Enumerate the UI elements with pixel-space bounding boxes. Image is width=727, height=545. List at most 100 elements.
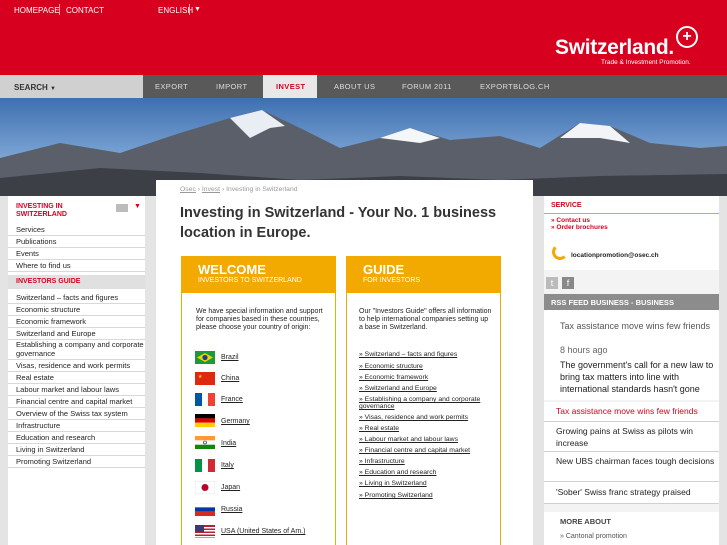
- sidebar-item[interactable]: Economic structure: [8, 304, 145, 316]
- guide-link[interactable]: » Economic structure: [359, 363, 423, 370]
- cantonal-promotion-link[interactable]: » Cantonal promotion: [560, 533, 627, 540]
- guide-link[interactable]: » Visas, residence and work permits: [359, 414, 468, 421]
- guide-subtitle: FOR INVESTORS: [363, 277, 421, 284]
- sidebar-item[interactable]: Establishing a company and corporate gov…: [8, 340, 145, 360]
- sidebar-item[interactable]: Overview of the Swiss tax system: [8, 408, 145, 420]
- breadcrumb-invest[interactable]: Invest: [202, 186, 220, 193]
- more-about-heading: MORE ABOUT: [560, 517, 611, 526]
- guide-link[interactable]: » Living in Switzerland: [359, 480, 427, 487]
- divider: [189, 4, 190, 15]
- sidebar-item[interactable]: Labour market and labour laws: [8, 384, 145, 396]
- france-flag-icon: [195, 393, 215, 406]
- country-usa[interactable]: USA (United States of Am.): [221, 528, 305, 535]
- breadcrumb-osec[interactable]: Osec: [180, 186, 196, 193]
- rss-item-active[interactable]: Tax assistance move wins few friends: [544, 402, 719, 422]
- breadcrumb-current: Investing in Switzerland: [226, 186, 298, 193]
- facebook-icon[interactable]: f: [562, 277, 574, 289]
- sidebar-item[interactable]: Visas, residence and work permits: [8, 360, 145, 372]
- chevron-down-icon[interactable]: ▼: [134, 203, 141, 210]
- divider: [59, 4, 60, 15]
- usa-flag-icon: [195, 525, 215, 538]
- breadcrumb: Osec › Invest › Investing in Switzerland: [180, 186, 298, 193]
- sidebar-item[interactable]: Economic framework: [8, 316, 145, 328]
- guide-link[interactable]: » Establishing a company and corporate g…: [359, 396, 494, 410]
- nav-invest[interactable]: INVEST: [276, 82, 306, 91]
- guide-link[interactable]: » Financial centre and capital market: [359, 447, 470, 454]
- rss-featured: Tax assistance move wins few friends 8 h…: [544, 310, 719, 400]
- country-france[interactable]: France: [221, 396, 243, 403]
- twitter-icon[interactable]: t: [546, 277, 558, 289]
- india-flag-icon: [195, 436, 215, 449]
- guide-title: GUIDE: [363, 262, 405, 277]
- brand-tagline: Trade & Investment Promotion.: [601, 59, 691, 66]
- rss-featured-text: The government's call for a new law to b…: [560, 360, 714, 394]
- sidebar-item[interactable]: Real estate: [8, 372, 145, 384]
- nav-about-us[interactable]: ABOUT US: [334, 82, 375, 91]
- italy-flag-icon: [195, 459, 215, 472]
- guide-heading: INVESTORS GUIDE: [16, 278, 81, 285]
- svg-text:★: ★: [198, 374, 203, 380]
- rss-featured-title[interactable]: Tax assistance move wins few friends: [560, 320, 712, 332]
- page-title: Investing in Switzerland - Your No. 1 bu…: [180, 205, 497, 241]
- sidebar-item-publications[interactable]: Publications: [8, 236, 145, 248]
- map-icon[interactable]: [116, 204, 128, 212]
- rss-featured-time: 8 hours ago: [560, 345, 608, 355]
- sidebar-item[interactable]: Switzerland and Europe: [8, 328, 145, 340]
- sidebar-item-events[interactable]: Events: [8, 248, 145, 260]
- russia-flag-icon: [195, 503, 215, 516]
- chevron-down-icon: ▼: [50, 86, 56, 92]
- nav-exportblog[interactable]: EXPORTBLOG.CH: [480, 82, 550, 91]
- rss-item[interactable]: New UBS chairman faces tough decisions: [544, 452, 719, 482]
- guide-link[interactable]: » Labour market and labour laws: [359, 436, 458, 443]
- sidebar-item[interactable]: Switzerland – facts and figures: [8, 292, 145, 304]
- country-italy[interactable]: Italy: [221, 462, 234, 469]
- guide-link[interactable]: » Switzerland and Europe: [359, 385, 437, 392]
- germany-flag-icon: [195, 414, 215, 427]
- guide-text: Our "Investors Guide" offers all informa…: [359, 308, 492, 332]
- country-japan[interactable]: Japan: [221, 484, 240, 491]
- sidebar-item[interactable]: Financial centre and capital market: [8, 396, 145, 408]
- divider: [544, 213, 719, 214]
- guide-link[interactable]: » Real estate: [359, 425, 399, 432]
- country-china[interactable]: China: [221, 375, 239, 382]
- sidebar-item[interactable]: Promoting Switzerland: [8, 456, 145, 468]
- brand-logo[interactable]: Switzerland.: [555, 36, 674, 60]
- sidebar-item-services[interactable]: Services: [8, 224, 145, 236]
- rss-item[interactable]: Growing pains at Swiss as pilots win inc…: [544, 422, 719, 452]
- phone-icon: [552, 244, 568, 260]
- nav-forum[interactable]: FORUM 2011: [402, 82, 452, 91]
- guide-link[interactable]: » Promoting Switzerland: [359, 492, 433, 499]
- sidebar-item[interactable]: Infrastructure: [8, 420, 145, 432]
- order-brochures-link[interactable]: » Order brochures: [551, 224, 608, 231]
- language-selector[interactable]: ENGLISH: [158, 6, 193, 15]
- guide-header: GUIDE FOR INVESTORS: [347, 257, 500, 293]
- rss-item[interactable]: 'Sober' Swiss franc strategy praised: [544, 482, 719, 504]
- guide-link[interactable]: » Switzerland – facts and figures: [359, 351, 457, 358]
- country-germany[interactable]: Germany: [221, 418, 250, 425]
- swiss-cross-icon: +: [676, 26, 698, 48]
- welcome-subtitle: INVESTORS TO SWITZERLAND: [198, 277, 302, 284]
- sidebar-item[interactable]: Education and research: [8, 432, 145, 444]
- sidebar-item-where[interactable]: Where to find us: [8, 260, 145, 272]
- nav-export[interactable]: EXPORT: [155, 82, 188, 91]
- guide-link[interactable]: » Economic framework: [359, 374, 428, 381]
- homepage-link[interactable]: HOMEPAGE: [14, 6, 60, 15]
- sidebar-heading: INVESTING IN SWITZERLAND: [16, 203, 67, 218]
- country-russia[interactable]: Russia: [221, 506, 242, 513]
- guide-link[interactable]: » Infrastructure: [359, 458, 405, 465]
- brazil-flag-icon: [195, 351, 215, 364]
- welcome-header: WELCOME INVESTORS TO SWITZERLAND: [182, 257, 335, 293]
- chevron-down-icon[interactable]: ▼: [194, 6, 201, 13]
- contact-link[interactable]: CONTACT: [66, 6, 104, 15]
- country-brazil[interactable]: Brazil: [221, 354, 239, 361]
- china-flag-icon: ★: [195, 372, 215, 385]
- sidebar-item[interactable]: Living in Switzerland: [8, 444, 145, 456]
- search-label[interactable]: SEARCH ▼: [14, 83, 56, 92]
- email-link[interactable]: locationpromotion@osec.ch: [571, 252, 659, 259]
- country-india[interactable]: India: [221, 440, 236, 447]
- contact-us-link[interactable]: » Contact us: [551, 217, 590, 224]
- guide-link[interactable]: » Education and research: [359, 469, 436, 476]
- nav-import[interactable]: IMPORT: [216, 82, 247, 91]
- service-heading: SERVICE: [551, 202, 582, 209]
- rss-heading: RSS FEED BUSINESS - BUSINESS: [544, 294, 719, 310]
